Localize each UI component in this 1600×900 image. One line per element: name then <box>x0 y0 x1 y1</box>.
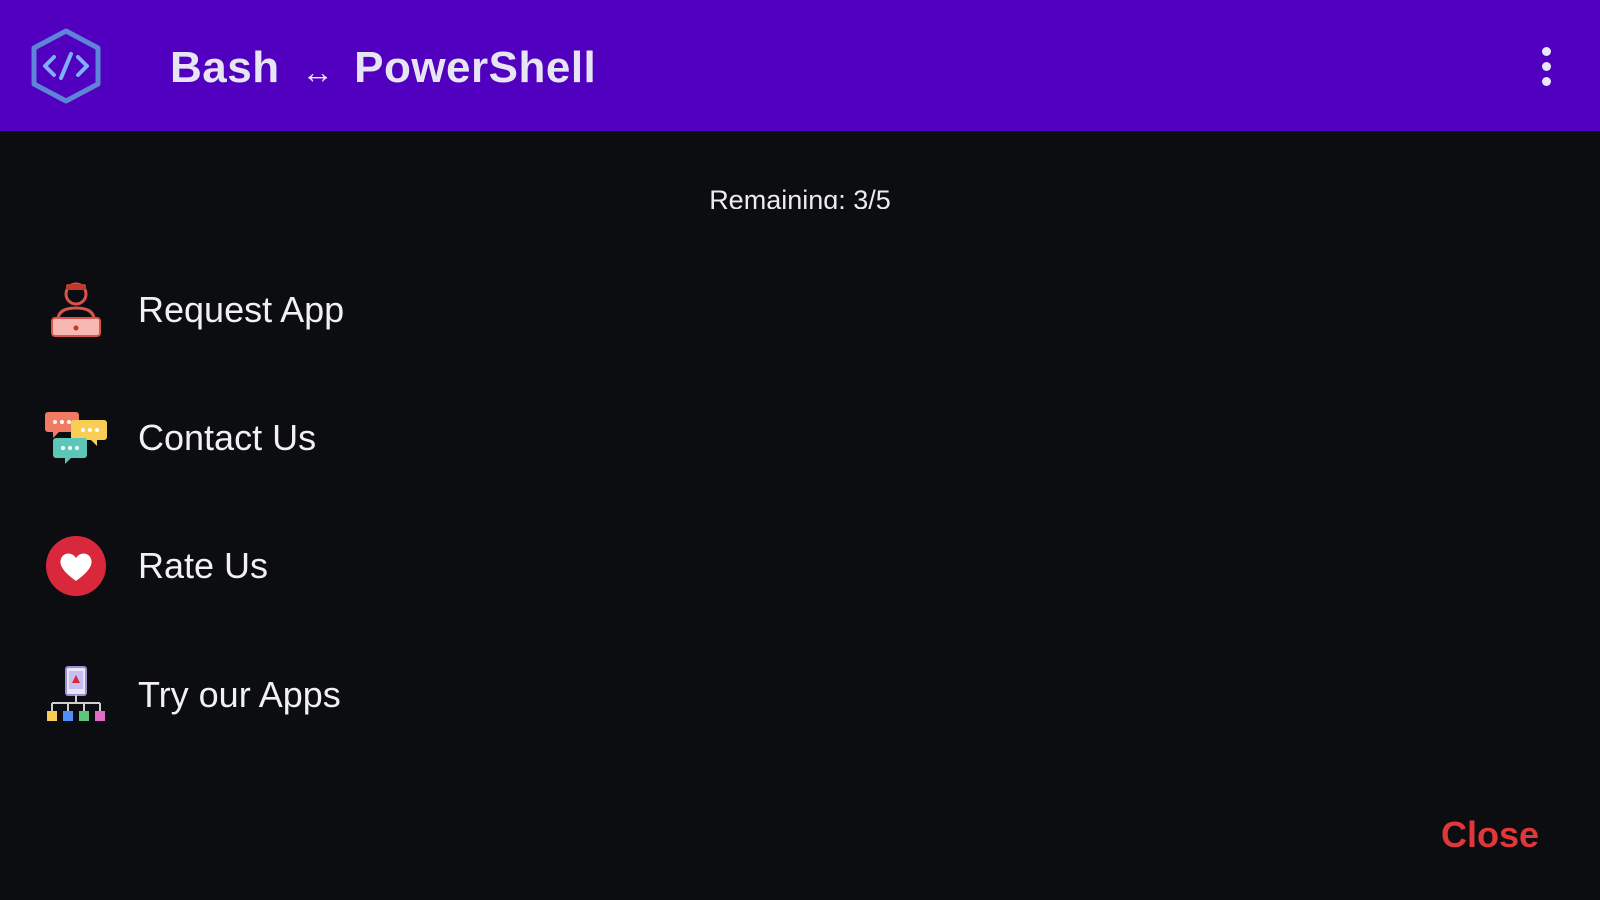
menu-item-label: Try our Apps <box>138 674 341 715</box>
apps-network-icon <box>40 659 112 731</box>
app-window: Bash ↔ PowerShell Remaining: 3/5 Request… <box>0 0 1600 900</box>
title-right: PowerShell <box>354 43 597 92</box>
swap-arrow-icon: ↔ <box>301 53 335 90</box>
overflow-dot <box>1541 76 1551 86</box>
menu-item-try-our-apps[interactable]: Try our Apps <box>40 650 660 740</box>
app-bar: Bash ↔ PowerShell <box>0 0 1600 131</box>
menu-item-label: Rate Us <box>138 545 269 586</box>
heart-icon <box>40 530 112 602</box>
menu-item-rate-us[interactable]: Rate Us <box>40 521 660 611</box>
close-button[interactable]: Close <box>1430 805 1550 865</box>
menu-item-request-app[interactable]: Request App <box>40 265 660 355</box>
overflow-dot <box>1541 61 1551 71</box>
menu-item-contact-us[interactable]: Contact Us <box>40 393 660 483</box>
title-left: Bash <box>170 43 280 92</box>
chat-bubbles-icon <box>40 402 112 474</box>
overflow-dot <box>1541 46 1551 56</box>
more-vertical-icon[interactable] <box>1526 40 1566 92</box>
remaining-text: Remaining: 3/5 <box>709 185 891 209</box>
menu-item-label: Request App <box>138 289 345 330</box>
remaining-counter: Remaining: 3/5 <box>560 178 1040 209</box>
request-app-icon <box>40 274 112 346</box>
menu-item-label: Contact Us <box>138 417 317 458</box>
app-title: Bash ↔ PowerShell <box>170 38 596 98</box>
code-hexagon-icon <box>28 27 104 105</box>
